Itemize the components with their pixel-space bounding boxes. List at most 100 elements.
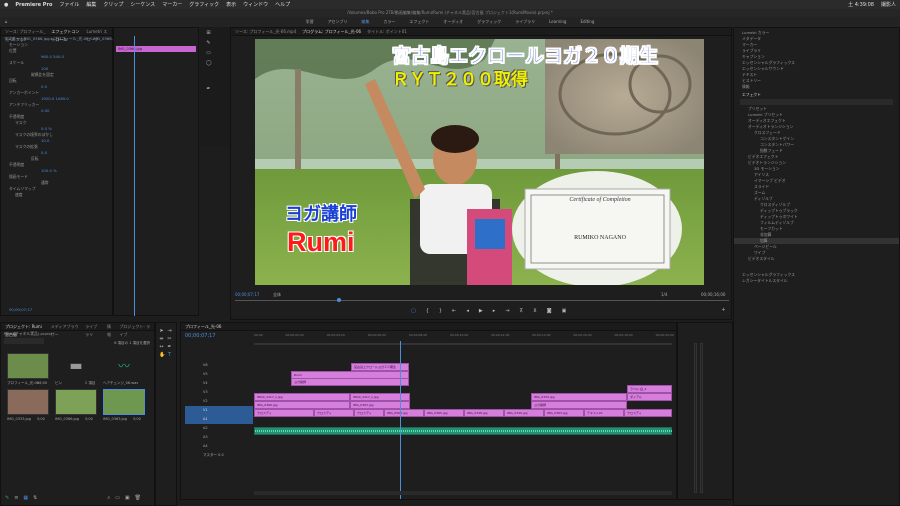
- workspace-tab[interactable]: アセンブリ: [328, 17, 348, 27]
- workspace-tab[interactable]: Editing: [580, 17, 594, 27]
- add-button-icon[interactable]: +: [721, 308, 726, 313]
- workspace-tab[interactable]: 編集: [361, 17, 369, 27]
- tab-info[interactable]: 情報: [107, 323, 113, 337]
- menu-item-view[interactable]: 表示: [226, 1, 236, 8]
- timeline-clip[interactable]: IMG_0366.jpg: [254, 401, 350, 409]
- go-to-out-icon[interactable]: ⇥: [505, 308, 509, 314]
- timeline-playhead[interactable]: [400, 341, 401, 499]
- pen-tool-icon[interactable]: ✒: [206, 87, 211, 92]
- ec-playhead[interactable]: [134, 36, 135, 316]
- timeline-clip[interactable]: IMG_0363.jpg: [544, 409, 584, 417]
- tab-lumetri-scopes[interactable]: Lumetri スコープ: [87, 28, 108, 42]
- video-frame[interactable]: 宮古島エクロールヨガ２０期生 ＲＹＴ２００取得 ヨガ講師 Rumi Certif…: [255, 39, 704, 285]
- master-volume[interactable]: 0.0: [218, 453, 224, 457]
- program-scrubber[interactable]: [235, 300, 729, 301]
- step-forward-icon[interactable]: ▸: [493, 308, 496, 314]
- hand-tool-icon[interactable]: ✋: [159, 353, 165, 358]
- menu-item-sequence[interactable]: シーケンス: [130, 1, 155, 8]
- compare-icon[interactable]: ▣: [562, 308, 567, 314]
- menu-item-window[interactable]: ウィンドウ: [243, 1, 268, 8]
- extract-icon[interactable]: ⊻: [533, 308, 537, 314]
- timeline-clip[interactable]: ラベル:白_2: [627, 385, 672, 393]
- app-menu[interactable]: Premiere Pro: [15, 2, 52, 8]
- tab-libraries[interactable]: ライブラリ: [85, 323, 101, 337]
- sort-icon[interactable]: ⇅: [33, 495, 37, 501]
- audio-clip[interactable]: [254, 427, 673, 435]
- ellipse-icon[interactable]: ◯: [206, 61, 212, 66]
- timeline-scrollbar[interactable]: [254, 491, 672, 495]
- tab-media-browser[interactable]: メディアブラウザー: [51, 323, 79, 337]
- type-tool-icon[interactable]: T: [167, 353, 172, 358]
- project-thumb[interactable]: [7, 389, 49, 415]
- panel-item[interactable]: レガシータイトルスタイル: [734, 278, 899, 284]
- track-v6[interactable]: V6: [185, 361, 253, 370]
- tab-program[interactable]: プログラム: プロフィール_光-06: [302, 28, 361, 35]
- track-a3[interactable]: A3: [185, 433, 253, 442]
- home-icon[interactable]: ⌂: [5, 17, 8, 27]
- ripple-edit-icon[interactable]: ⇹: [159, 337, 164, 342]
- icon-view-icon[interactable]: ▦: [23, 495, 28, 501]
- tab-title[interactable]: タイトル: ポイント01: [367, 28, 407, 35]
- in-point-icon[interactable]: {: [426, 308, 429, 314]
- apple-icon[interactable]: ●: [4, 2, 8, 8]
- workspace-tab[interactable]: グラフィック: [477, 17, 501, 27]
- tab-source[interactable]: ソース: プロフィール_光-06.mp4: [5, 28, 45, 42]
- rect-icon[interactable]: ▭: [206, 51, 211, 56]
- timeline-clip[interactable]: クロスディ: [354, 409, 384, 417]
- new-bin-icon[interactable]: ▭: [115, 495, 120, 501]
- step-back-icon[interactable]: ◂: [466, 308, 469, 314]
- timeline-clip[interactable]: ヨガ講師: [291, 378, 409, 386]
- audio-waveform-icon[interactable]: 〰: [103, 353, 145, 379]
- timeline-clip[interactable]: IMG_0563.jpg: [384, 409, 424, 417]
- ec-clip-bar[interactable]: IMG_0366.jpg: [116, 46, 196, 52]
- timeline-clip[interactable]: クロスディ: [314, 409, 354, 417]
- effect-row[interactable]: 速度: [1, 192, 112, 198]
- lift-icon[interactable]: ⊼: [519, 308, 523, 314]
- track-v5[interactable]: V5: [185, 370, 253, 379]
- timeline-clip[interactable]: IMG_0363.jpg: [350, 401, 410, 409]
- workspace-tab[interactable]: ライブラリ: [515, 17, 535, 27]
- track-select-icon[interactable]: ⇥: [167, 329, 172, 334]
- menu-item-edit[interactable]: 編集: [86, 1, 96, 8]
- search-icon[interactable]: ⌕: [107, 495, 110, 501]
- subtitle-text[interactable]: ヨガ講師: [285, 200, 357, 226]
- razor-tool-icon[interactable]: ✂: [167, 337, 172, 342]
- folder-icon[interactable]: ▬: [55, 353, 97, 379]
- go-to-in-icon[interactable]: ⇤: [452, 308, 456, 314]
- workspace-tab[interactable]: エフェクト: [409, 17, 429, 27]
- pin-icon[interactable]: ⊞: [206, 31, 211, 36]
- project-thumb[interactable]: [55, 389, 97, 415]
- track-master[interactable]: マスター 0.0: [185, 451, 253, 460]
- track-a1[interactable]: A1: [185, 415, 253, 424]
- timeline-clip[interactable]: IMG_0365.jpg: [424, 409, 464, 417]
- ec-timecode[interactable]: 00;00;07;17: [1, 307, 32, 313]
- workspace-tab[interactable]: カラー: [383, 17, 395, 27]
- trash-icon[interactable]: 🗑: [135, 495, 141, 501]
- timeline-clip[interactable]: ダイアル: [627, 393, 672, 401]
- timeline-clip[interactable]: ヨガ講師: [531, 401, 627, 409]
- timeline-clip[interactable]: クロスディ: [624, 409, 672, 417]
- track-v2[interactable]: V2: [185, 397, 253, 406]
- pen-icon[interactable]: ✎: [206, 41, 211, 46]
- write-icon[interactable]: ✎: [5, 495, 9, 501]
- tab-source-monitor[interactable]: ソース: プロフィール_光-06.mp4: [235, 28, 296, 35]
- slip-tool-icon[interactable]: ↔: [159, 345, 164, 350]
- export-frame-icon[interactable]: ◙: [547, 308, 552, 314]
- timeline-timecode[interactable]: 00;00;07;17: [185, 333, 216, 339]
- timeline-clip[interactable]: IMG0_2417_s.jpg: [254, 393, 350, 401]
- new-item-icon[interactable]: ▣: [125, 495, 130, 501]
- menu-item-help[interactable]: ヘルプ: [275, 1, 290, 8]
- project-thumb-selected[interactable]: [103, 389, 145, 415]
- workspace-tab[interactable]: Learning: [549, 17, 566, 27]
- quality-dropdown[interactable]: 1/4: [661, 292, 667, 297]
- timeline-clip[interactable]: IMG_0333.jpg: [531, 393, 627, 401]
- marker-icon[interactable]: ▢: [411, 308, 416, 314]
- title-line-1[interactable]: 宮古島エクロールヨガ２０期生: [355, 41, 695, 68]
- menu-item-file[interactable]: ファイル: [59, 1, 79, 8]
- selection-tool-icon[interactable]: ➤: [159, 329, 164, 334]
- work-area-bar[interactable]: [254, 343, 672, 345]
- name-text[interactable]: Rumi: [287, 227, 355, 258]
- timeline-clip[interactable]: IMG0_2417_s.jpg: [350, 393, 410, 401]
- tab-sequence[interactable]: プロフィール_光-06: [185, 323, 221, 330]
- tab-project-live[interactable]: プロジェクト: ライブ: [119, 323, 150, 337]
